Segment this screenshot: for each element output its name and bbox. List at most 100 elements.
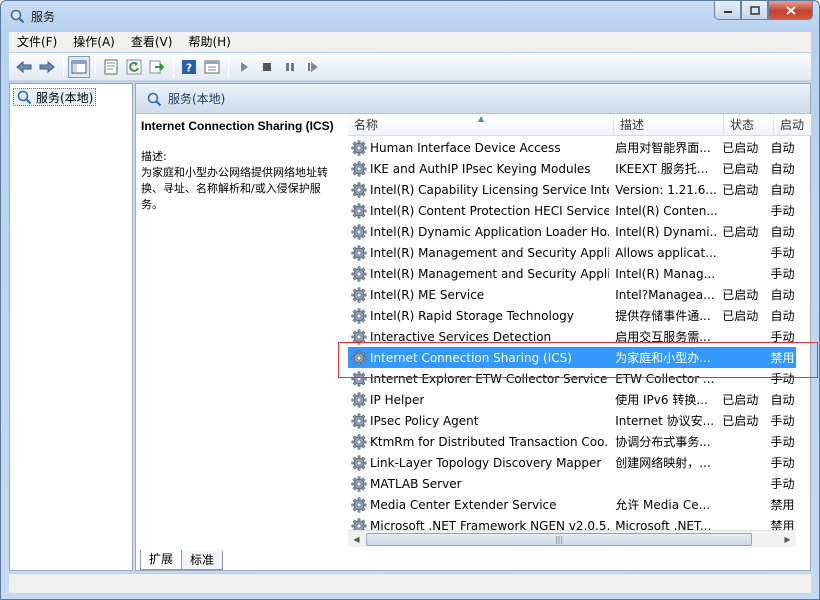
service-rows: Human Interface Device Access 启用对智能界面... 已… <box>348 137 796 536</box>
service-name-cell: Media Center Extender Service <box>348 496 609 513</box>
service-startup-type: 禁用 <box>770 498 795 512</box>
service-description: 允许 Media Ce... <box>615 498 711 512</box>
pause-service-button[interactable] <box>279 56 301 78</box>
service-startup-type: 手动 <box>770 204 795 218</box>
forward-button[interactable] <box>36 56 58 78</box>
service-status: 已启动 <box>722 414 759 428</box>
table-row[interactable]: IP Helper 使用 IPv6 转换... 已启动 自动 <box>348 389 796 410</box>
column-description[interactable]: 描述 <box>614 114 724 136</box>
stop-icon <box>263 62 271 71</box>
service-gear-icon <box>351 307 367 324</box>
table-row[interactable]: Intel(R) Management and Security Appli..… <box>348 263 796 284</box>
column-status[interactable]: 状态 <box>724 114 774 136</box>
table-row[interactable]: Intel(R) Capability Licensing Service In… <box>348 179 796 200</box>
table-row[interactable]: Intel(R) Dynamic Application Loader Ho..… <box>348 221 796 242</box>
help-button[interactable]: ? <box>178 56 200 78</box>
service-name: Intel(R) Content Protection HECI Service <box>370 203 610 218</box>
column-startup-type[interactable]: 启动 <box>774 114 811 136</box>
horizontal-scrollbar[interactable]: ◀ ||| ▶ <box>348 530 796 547</box>
view-icon <box>204 60 220 73</box>
column-name[interactable]: ▲ 名称 <box>348 114 614 136</box>
service-name-cell: Link-Layer Topology Discovery Mapper <box>348 454 609 471</box>
stop-service-button[interactable] <box>256 56 278 78</box>
service-startup-type: 自动 <box>770 162 795 176</box>
show-hide-console-tree-button[interactable] <box>68 55 90 78</box>
services-magnifier-icon <box>10 9 25 24</box>
table-row[interactable]: MATLAB Server 手动 <box>348 473 796 494</box>
table-row[interactable]: Intel(R) ME Service Intel?Managea... 已启动 自动 <box>348 284 796 305</box>
description-pane: Internet Connection Sharing (ICS) 描述: 为家… <box>141 118 341 213</box>
client-area: 服务(本地) 服务(本地) Internet Connection Sharin… <box>9 83 811 571</box>
window-title: 服务 <box>31 10 56 24</box>
minimize-button[interactable] <box>714 1 741 20</box>
table-row[interactable]: IKE and AuthIP IPsec Keying Modules IKEEX… <box>348 158 796 179</box>
table-row[interactable]: Intel(R) Rapid Storage Technology 提供存储事件通… <box>348 305 796 326</box>
service-name-cell: Human Interface Device Access <box>348 139 609 156</box>
scroll-right-icon[interactable]: ▶ <box>779 531 796 548</box>
table-row[interactable]: Human Interface Device Access 启用对智能界面... 已… <box>348 137 796 158</box>
menu-help[interactable]: 帮助(H) <box>180 32 238 52</box>
menu-action[interactable]: 操作(A) <box>65 32 123 52</box>
menu-bar: 文件(F) 操作(A) 查看(V) 帮助(H) <box>9 32 811 52</box>
scroll-left-icon[interactable]: ◀ <box>348 531 365 548</box>
tab-standard[interactable]: 标准 <box>181 551 224 570</box>
panel-header: 服务(本地) <box>136 84 810 114</box>
table-row[interactable]: IPsec Policy Agent Internet 协议安... 已启动 手动 <box>348 410 796 431</box>
service-name: IPsec Policy Agent <box>370 413 479 428</box>
service-startup-type: 手动 <box>770 477 795 491</box>
tree-item-label: 服务(本地) <box>36 90 94 105</box>
services-list: ▲ 名称 描述 状态 启动 Human Interface Device Acce… <box>348 114 811 548</box>
help-icon: ? <box>182 59 196 74</box>
service-description: Internet 协议安... <box>615 414 715 428</box>
service-name-cell: KtmRm for Distributed Transaction Coo... <box>348 433 609 450</box>
export-list-button[interactable] <box>146 56 168 78</box>
selected-service-title: Internet Connection Sharing (ICS) <box>141 119 334 133</box>
service-description: 启用对智能界面... <box>615 141 711 155</box>
service-name: Link-Layer Topology Discovery Mapper <box>370 455 602 470</box>
horizontal-scroll-thumb[interactable]: ||| <box>366 533 752 546</box>
table-row[interactable]: Intel(R) Management and Security Appli..… <box>348 242 796 263</box>
properties-icon <box>104 59 118 74</box>
service-gear-icon <box>351 286 367 303</box>
table-row[interactable]: Media Center Extender Service 允许 Media Ce… <box>348 494 796 515</box>
tree-item-services-local[interactable]: 服务(本地) <box>13 88 97 106</box>
service-description: Allows applicat... <box>615 245 717 260</box>
menu-view[interactable]: 查看(V) <box>123 32 181 52</box>
title-bar[interactable]: 服务 <box>1 1 819 31</box>
service-status: 已启动 <box>722 225 759 239</box>
close-button[interactable] <box>768 1 813 20</box>
back-button[interactable] <box>13 56 35 78</box>
maximize-button[interactable] <box>741 1 768 20</box>
description-label: 描述: <box>141 150 167 163</box>
refresh-icon <box>126 59 142 74</box>
start-service-button[interactable] <box>233 56 255 78</box>
table-row[interactable]: Link-Layer Topology Discovery Mapper 创建网络… <box>348 452 796 473</box>
console-tree-icon <box>71 60 87 73</box>
view-tabs: 扩展 标准 <box>140 550 224 570</box>
restart-service-button[interactable] <box>302 56 324 78</box>
service-startup-type: 手动 <box>770 414 795 428</box>
service-gear-icon <box>351 139 367 156</box>
description-text: 为家庭和小型办公网络提供网络地址转换、寻址、名称解析和/或入侵保护服务。 <box>141 166 328 211</box>
service-description: Intel(R) Conten... <box>615 203 718 218</box>
export-icon <box>149 60 165 73</box>
services-window: 服务 文件(F) 操作(A) 查看(V) 帮助(H) ? 服务(本地) 服务(本… <box>0 0 820 600</box>
tab-extended[interactable]: 扩展 <box>140 550 183 570</box>
service-name-cell: Intel(R) Dynamic Application Loader Ho..… <box>348 223 609 240</box>
service-gear-icon <box>351 433 367 450</box>
play-icon <box>241 61 248 72</box>
console-view-button[interactable] <box>201 56 223 78</box>
table-row[interactable]: Intel(R) Content Protection HECI Service… <box>348 200 796 221</box>
properties-button[interactable] <box>100 56 122 78</box>
service-gear-icon <box>351 412 367 429</box>
menu-file[interactable]: 文件(F) <box>9 32 65 52</box>
service-startup-type: 手动 <box>770 246 795 260</box>
service-startup-type: 自动 <box>770 393 795 407</box>
service-name: Human Interface Device Access <box>370 140 561 155</box>
service-description: Version: 1.21.6... <box>615 182 717 197</box>
refresh-button[interactable] <box>123 56 145 78</box>
table-row[interactable]: KtmRm for Distributed Transaction Coo...… <box>348 431 796 452</box>
arrow-left-icon <box>16 60 32 73</box>
service-name-cell: IP Helper <box>348 391 609 408</box>
service-gear-icon <box>351 160 367 177</box>
